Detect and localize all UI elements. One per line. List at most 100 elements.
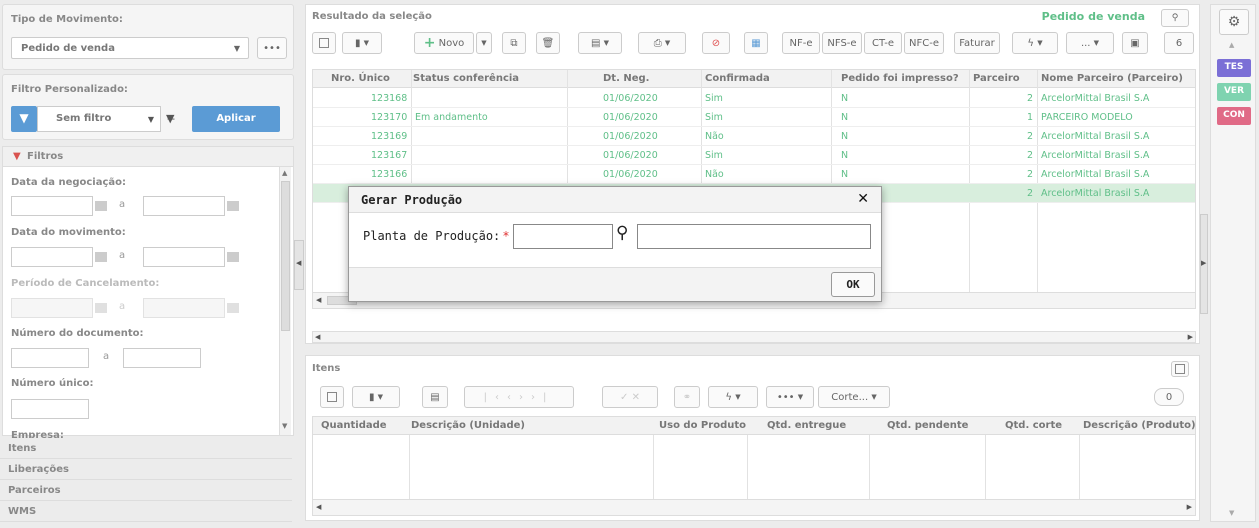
col-qtd-pendente[interactable]: Qtd. pendente [887,420,968,431]
badge-con[interactable]: CON [1217,107,1251,125]
aplicar-button[interactable]: Aplicar [192,106,280,132]
col-qtd-corte[interactable]: Qtd. corte [1005,420,1062,431]
planta-code-input[interactable] [513,224,613,249]
attach-icon-button[interactable]: ⚲ [1161,9,1189,27]
badge-ver[interactable]: VER [1217,83,1251,101]
col-dt-neg[interactable]: Dt. Neg. [603,73,649,84]
novo-dropdown[interactable]: ▼ [476,32,492,54]
nfce-label: NFC-e [909,37,939,49]
duplicate-button[interactable]: ▤ ▼ [578,32,622,54]
calendar-icon[interactable] [95,303,107,313]
col-uso-produto[interactable]: Uso do Produto [659,420,746,431]
cancelamento-fim[interactable] [143,298,225,318]
cancel-button[interactable]: ⊘ [702,32,730,54]
main-hscroll[interactable]: ◀ ▶ [312,331,1196,343]
calendar-icon[interactable] [95,252,107,262]
sidebar-scroll-down-icon[interactable]: ▼ [1229,509,1234,517]
itens-nav-buttons[interactable]: |‹‹››| [464,386,574,408]
itens-edit-buttons[interactable]: ✓ ✕ [602,386,658,408]
data-movimento-inicio[interactable] [11,247,93,267]
col-descricao-produto[interactable]: Descrição (Produto) [1083,420,1196,431]
itens-more-button[interactable]: ••• ▼ [766,386,814,408]
faturar-button[interactable]: Faturar [954,32,1000,54]
filter-icon-button[interactable]: ▼ [11,106,37,132]
delete-button[interactable]: 🗑 [536,32,560,54]
nfse-button[interactable]: NFS-e [822,32,862,54]
cell-conf: Não [705,131,724,142]
scroll-down-icon[interactable]: ▼ [282,422,287,430]
copy-button[interactable]: ⧉ [502,32,526,54]
filtros-header[interactable]: ▼ Filtros [3,147,293,167]
itens-actions-button[interactable]: ϟ ▼ [708,386,758,408]
badge-tes[interactable]: TES [1217,59,1251,77]
chevron-down-icon: ▼ [377,393,384,401]
panel-splitter[interactable]: ◀ [294,240,304,290]
search-icon[interactable]: ⚲ [616,223,628,243]
col-descricao-unidade[interactable]: Descrição (Unidade) [411,420,525,431]
col-quantidade[interactable]: Quantidade [321,420,387,431]
col-pedido-impresso[interactable]: Pedido foi impresso? [841,73,959,84]
section-itens[interactable]: Itens [0,438,292,459]
col-nome-parceiro[interactable]: Nome Parceiro (Parceiro) [1041,73,1183,84]
itens-grid-button[interactable] [320,386,344,408]
close-icon[interactable]: ✕ [857,191,869,207]
calendar-icon[interactable] [227,303,239,313]
col-status-conferencia[interactable]: Status conferência [413,73,519,84]
filtro-data-negociacao-label: Data da negociação: [11,177,127,188]
nfe-button[interactable]: NF-e [782,32,820,54]
more-button[interactable]: ... ▼ [1066,32,1114,54]
scroll-up-icon[interactable]: ▲ [282,169,287,177]
print-button[interactable]: ⎙ ▼ [638,32,686,54]
filtros-scrollbar[interactable]: ▲ ▼ [279,167,291,435]
col-nro-unico[interactable]: Nro. Único [331,73,390,84]
data-movimento-fim[interactable] [143,247,225,267]
col-parceiro[interactable]: Parceiro [973,73,1020,84]
table-row[interactable]: 123169 01/06/2020 Não N 2 ArcelorMittal … [313,127,1195,146]
calendar-icon[interactable] [95,201,107,211]
itens-link-button[interactable]: ⚭ [674,386,700,408]
actions-button[interactable]: ϟ ▼ [1012,32,1058,54]
novo-button[interactable]: + Novo [414,32,474,54]
export-button[interactable]: ▮ ▼ [342,32,382,54]
tipo-movimento-select[interactable]: Pedido de venda ▼ [11,37,249,59]
grid-header: Nro. Único Status conferência Dt. Neg. C… [313,70,1195,88]
itens-export-button[interactable]: ▮ ▼ [352,386,400,408]
table-row[interactable]: 123166 01/06/2020 Não N 2 ArcelorMittal … [313,165,1195,184]
section-liberacoes[interactable]: Liberações [0,459,292,480]
sidebar-scroll-up-icon[interactable]: ▲ [1229,41,1234,49]
table-row[interactable]: 123168 01/06/2020 Sim N 2 ArcelorMittal … [313,89,1195,108]
calendar-icon[interactable] [227,201,239,211]
col-qtd-entregue[interactable]: Qtd. entregue [767,420,846,431]
grid-view-button[interactable] [312,32,336,54]
filtro-select[interactable]: Sem filtro ▼ [37,106,161,132]
calendar-icon[interactable] [227,252,239,262]
scroll-thumb[interactable] [281,181,290,331]
itens-form-button[interactable]: ▤ [422,386,448,408]
tipo-more-button[interactable]: ••• [257,37,287,59]
ok-button[interactable]: OK [831,272,875,297]
section-wms[interactable]: WMS [0,501,292,522]
planta-description-input[interactable] [637,224,871,249]
gear-icon[interactable]: ⚙ [1219,9,1249,35]
clear-filter-icon[interactable]: ▼̶ [166,112,174,125]
table-row[interactable]: 123170 Em andamento 01/06/2020 Sim N 1 P… [313,108,1195,127]
section-parceiros[interactable]: Parceiros [0,480,292,501]
table-row[interactable]: 123167 01/06/2020 Sim N 2 ArcelorMittal … [313,146,1195,165]
numero-documento-fim[interactable] [123,348,201,368]
right-splitter[interactable]: ▶ [1200,214,1208,314]
corte-button[interactable]: Corte... ▼ [818,386,890,408]
itens-hscroll[interactable]: ◀ ▶ [313,499,1195,515]
cte-button[interactable]: CT-e [864,32,902,54]
nfce-button[interactable]: NFC-e [904,32,944,54]
numero-unico-input[interactable] [11,399,89,419]
itens-maximize-button[interactable] [1171,361,1189,377]
filtro-personalizado-label: Filtro Personalizado: [11,84,128,95]
chart-button[interactable]: ▦ [744,32,768,54]
save-button[interactable]: ▣ [1122,32,1148,54]
cancelamento-inicio[interactable] [11,298,93,318]
data-negociacao-inicio[interactable] [11,196,93,216]
numero-documento-inicio[interactable] [11,348,89,368]
data-negociacao-fim[interactable] [143,196,225,216]
col-confirmada[interactable]: Confirmada [705,73,770,84]
itens-grid: Quantidade Descrição (Unidade) Uso do Pr… [312,416,1196,516]
